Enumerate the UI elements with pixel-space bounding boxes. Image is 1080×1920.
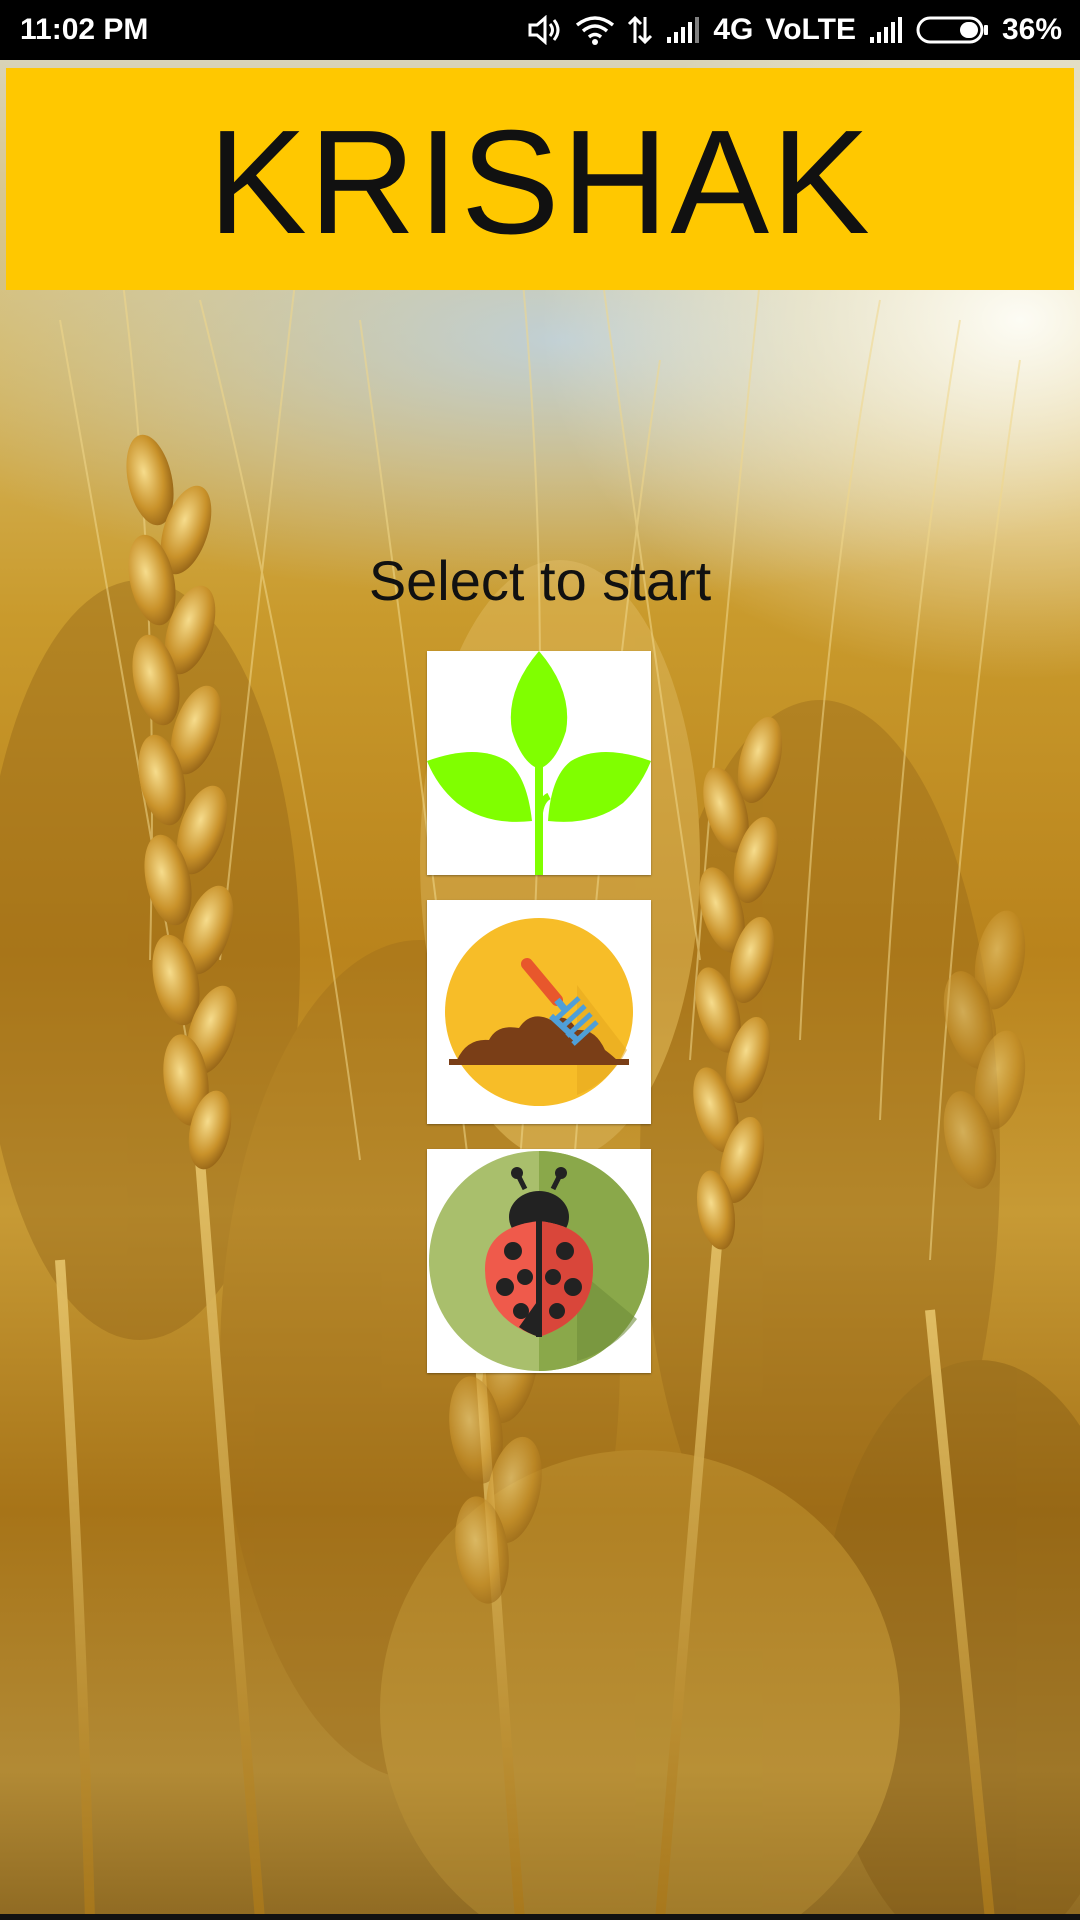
select-prompt: Select to start [368, 549, 712, 612]
ladybug-pest-icon [429, 1151, 649, 1371]
battery-icon [916, 15, 990, 45]
signal-icon [868, 15, 904, 45]
status-bar: 11:02 PM 4G VoLTE 36% [0, 0, 1080, 60]
network-type: 4G [713, 13, 754, 46]
plant-sprout-icon [427, 651, 651, 875]
signal-icon [665, 15, 701, 45]
pest-option-button[interactable] [427, 1149, 651, 1373]
soil-option-button[interactable] [427, 900, 651, 1124]
volume-icon [527, 15, 563, 45]
volte-label: VoLTE [765, 13, 856, 46]
wifi-icon [575, 15, 615, 45]
plant-option-button[interactable] [427, 651, 651, 875]
app-title: KRISHAK [208, 100, 872, 265]
status-icons: 4G VoLTE 36% [527, 13, 1062, 47]
soil-rake-icon [445, 918, 633, 1106]
bottom-edge [0, 1914, 1080, 1920]
app-bar: KRISHAK [6, 68, 1074, 290]
status-time: 11:02 PM [20, 13, 149, 46]
data-arrows-icon [627, 15, 653, 45]
battery-percent: 36% [1001, 13, 1062, 46]
